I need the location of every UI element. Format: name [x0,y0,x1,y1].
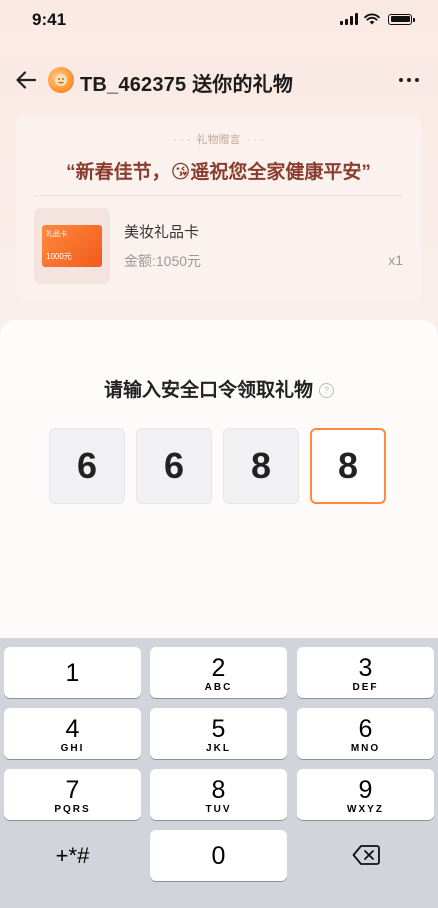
code-digit-box[interactable]: 8 [223,428,299,504]
key-number: 6 [358,715,373,743]
label-dots: · · · [246,134,264,146]
key-number: 7 [65,776,80,804]
gift-message-label-text: 礼物赠言 [196,134,241,146]
key-letters: WXYZ [347,804,384,815]
key-3[interactable]: 3 DEF [297,647,434,698]
key-letters: MNO [350,743,381,754]
key-7[interactable]: 7 PQRS [4,769,141,820]
more-dot-icon [407,78,411,82]
more-dot-icon [399,78,403,82]
more-options-button[interactable] [394,66,424,94]
avatar-face-icon [55,74,67,86]
page-title: TB_462375 送你的礼物 [80,74,294,96]
key-symbols[interactable]: +*# [4,830,141,881]
key-4[interactable]: 4 GHI [4,708,141,759]
key-number: 9 [358,776,373,804]
code-prompt: 请输入安全口令领取礼物? [0,375,438,402]
status-bar: 9:41 [0,0,438,44]
gift-panel: · · · 礼物赠言 · · · “新春佳节，😘遥祝您全家健康平安” 礼品卡 100… [16,115,421,301]
key-1[interactable]: 1 [4,647,141,698]
key-5[interactable]: 5 JKL [150,708,287,759]
back-button[interactable] [12,66,40,94]
help-icon[interactable]: ? [319,383,334,399]
divider [34,195,403,196]
wifi-icon [364,13,380,25]
code-digit-box[interactable]: 6 [136,428,212,504]
header: TB_462375 送你的礼物 [0,58,438,102]
key-number: 1 [65,659,80,687]
code-input-row[interactable]: 6 6 8 8 [49,428,386,504]
key-letters: GHI [60,743,85,754]
numeric-keypad: 1 2 ABC 3 DEF 4 GHI 5 JKL 6 MNO 7 PQRS 8… [0,638,438,908]
gift-amount: 金额:1050元 [124,253,202,269]
key-letters: ABC [204,682,233,693]
key-number: 2 [211,654,226,682]
key-number: 3 [358,654,373,682]
key-symbols-label: +*# [55,843,90,868]
code-digit-box-active[interactable]: 8 [310,428,386,504]
key-number: 0 [211,842,226,870]
more-dot-icon [415,78,419,82]
key-9[interactable]: 9 WXYZ [297,769,434,820]
key-letters: TUV [205,804,232,815]
gift-thumbnail[interactable]: 礼品卡 1000元 [34,208,110,284]
gift-card-image-amount: 1000元 [46,252,72,261]
label-dots: · · · [173,134,191,146]
gift-card-image-label: 礼品卡 [46,231,67,238]
delete-key[interactable] [297,830,434,881]
gift-quantity: x1 [388,252,403,268]
sender-avatar[interactable] [48,67,74,93]
key-letters: JKL [206,743,231,754]
key-number: 8 [211,776,226,804]
gift-name: 美妆礼品卡 [124,224,200,241]
key-number: 5 [211,715,226,743]
arrow-left-icon [16,71,37,89]
status-icons [340,13,415,25]
key-8[interactable]: 8 TUV [150,769,287,820]
code-digit-box[interactable]: 6 [49,428,125,504]
signal-icon [340,13,358,25]
key-number: 4 [65,715,80,743]
backspace-icon [352,845,380,865]
code-prompt-text: 请输入安全口令领取礼物 [103,380,313,401]
gift-card-image: 礼品卡 1000元 [42,225,102,267]
key-2[interactable]: 2 ABC [150,647,287,698]
key-letters: DEF [352,682,379,693]
battery-icon [388,13,415,25]
gift-message-label: · · · 礼物赠言 · · · [16,131,421,147]
status-time: 9:41 [32,10,67,29]
key-0[interactable]: 0 [150,830,287,881]
gift-message: “新春佳节，😘遥祝您全家健康平安” [66,162,371,183]
key-letters: PQRS [54,804,91,815]
key-6[interactable]: 6 MNO [297,708,434,759]
